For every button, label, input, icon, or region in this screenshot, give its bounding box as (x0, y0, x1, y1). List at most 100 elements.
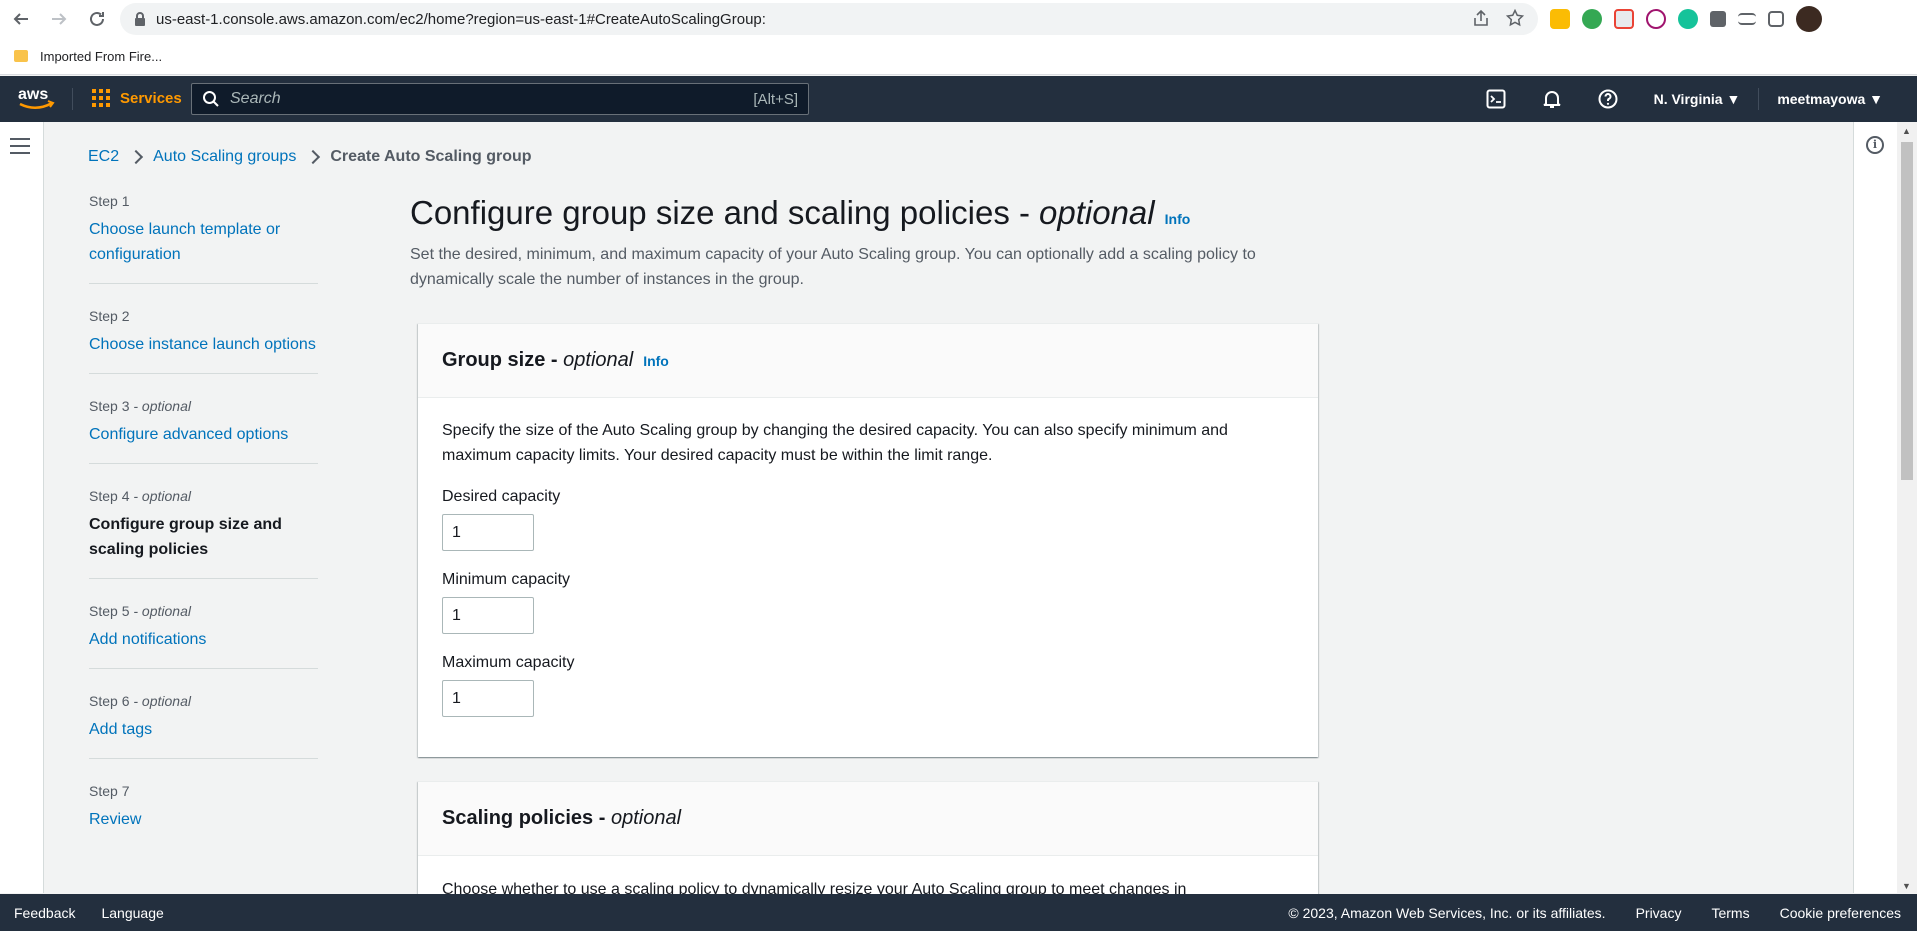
media-queue-icon[interactable] (1738, 13, 1756, 25)
help-icon[interactable] (1580, 89, 1636, 109)
browser-toolbar: us-east-1.console.aws.amazon.com/ec2/hom… (0, 0, 1917, 38)
page-title-text: Configure group size and scaling policie… (410, 194, 1031, 231)
step-link-review[interactable]: Review (89, 807, 318, 832)
desired-capacity-label: Desired capacity (442, 488, 561, 505)
extension-block-icon[interactable] (1646, 9, 1666, 29)
url-text: us-east-1.console.aws.amazon.com/ec2/hom… (156, 10, 766, 28)
wizard-step-7: Step 7 Review (89, 783, 318, 848)
page-title: Configure group size and scaling policie… (410, 194, 1190, 232)
notifications-bell-icon[interactable] (1524, 89, 1580, 109)
step-number: Step 4 - optional (89, 488, 191, 504)
wizard-step-5: Step 5 - optional Add notifications (89, 603, 318, 669)
step-link-instance-launch-options[interactable]: Choose instance launch options (89, 332, 318, 357)
step-number: Step 1 (89, 193, 130, 209)
scaling-policies-panel: Scaling policies - optional Choose wheth… (418, 781, 1318, 894)
left-nav-rail (0, 122, 44, 893)
page-title-optional: optional (1039, 194, 1155, 231)
breadcrumb-current: Create Auto Scaling group (330, 148, 532, 165)
copyright-text: © 2023, Amazon Web Services, Inc. or its… (1288, 904, 1606, 921)
step-number: Step 7 (89, 783, 130, 799)
breadcrumb: EC2 Auto Scaling groups Create Auto Scal… (88, 148, 532, 166)
console-footer: Feedback Language © 2023, Amazon Web Ser… (0, 894, 1917, 931)
minimum-capacity-field: Minimum capacity (442, 571, 1294, 634)
breadcrumb-auto-scaling-groups[interactable]: Auto Scaling groups (153, 148, 296, 166)
cloudshell-icon[interactable] (1468, 89, 1524, 109)
scroll-up-arrow-icon[interactable]: ▲ (1902, 126, 1911, 136)
wizard-step-2: Step 2 Choose instance launch options (89, 308, 318, 374)
step-number: Step 6 - optional (89, 693, 191, 709)
desired-capacity-input[interactable] (442, 514, 534, 551)
wizard-step-4: Step 4 - optional Configure group size a… (89, 488, 318, 579)
wizard-step-1: Step 1 Choose launch template or configu… (89, 193, 318, 284)
panel-header: Scaling policies - optional (418, 782, 1318, 856)
scroll-down-arrow-icon[interactable]: ▼ (1902, 881, 1911, 891)
group-size-description: Specify the size of the Auto Scaling gro… (442, 422, 1228, 464)
wizard-steps-nav: Step 1 Choose launch template or configu… (89, 193, 318, 872)
language-link[interactable]: Language (101, 905, 163, 921)
help-panel-info-icon[interactable]: i (1866, 136, 1884, 154)
minimum-capacity-label: Minimum capacity (442, 571, 571, 588)
maximum-capacity-input[interactable] (442, 680, 534, 717)
group-size-title: Group size - optional (442, 349, 634, 371)
step-current-group-size: Configure group size and scaling policie… (89, 516, 282, 558)
aws-logo-icon[interactable]: aws (16, 84, 56, 114)
search-shortcut: [Alt+S] (753, 90, 798, 108)
group-size-panel: Group size - optional Info Specify the s… (418, 323, 1318, 757)
panel-body: Choose whether to use a scaling policy t… (418, 856, 1318, 894)
breadcrumb-ec2[interactable]: EC2 (88, 148, 119, 166)
services-menu-button[interactable]: Services (92, 89, 182, 107)
share-icon[interactable] (1472, 9, 1490, 27)
step-number: Step 3 - optional (89, 398, 191, 414)
desired-capacity-field: Desired capacity (442, 488, 1294, 551)
scaling-policies-title: Scaling policies - optional (442, 807, 682, 829)
wizard-step-6: Step 6 - optional Add tags (89, 693, 318, 759)
panel-body: Specify the size of the Auto Scaling gro… (418, 398, 1318, 737)
scroll-thumb[interactable] (1901, 142, 1913, 480)
page-description: Set the desired, minimum, and maximum ca… (410, 246, 1256, 288)
page-info-link[interactable]: Info (1165, 211, 1191, 227)
page-scrollbar[interactable]: ▲ ▼ (1897, 122, 1917, 893)
extension-grammarly-icon[interactable] (1678, 9, 1698, 29)
search-input[interactable]: Search [Alt+S] (191, 83, 809, 115)
bookmark-star-icon[interactable] (1506, 9, 1524, 27)
step-number: Step 2 (89, 308, 130, 324)
step-link-tags[interactable]: Add tags (89, 717, 318, 742)
search-placeholder: Search (230, 90, 281, 107)
extension-cast-icon[interactable] (1614, 9, 1634, 29)
back-arrow-icon[interactable] (6, 4, 36, 34)
step-number: Step 5 - optional (89, 603, 191, 619)
step-link-notifications[interactable]: Add notifications (89, 627, 318, 652)
svg-text:aws: aws (18, 86, 48, 103)
region-selector[interactable]: N. Virginia ▼ (1636, 91, 1759, 107)
reload-icon[interactable] (82, 4, 112, 34)
address-bar[interactable]: us-east-1.console.aws.amazon.com/ec2/hom… (120, 3, 1538, 35)
bookmarks-bar: Imported From Fire... (0, 38, 1917, 75)
maximum-capacity-field: Maximum capacity (442, 654, 1294, 717)
panel-header: Group size - optional Info (418, 324, 1318, 398)
folder-icon (14, 50, 28, 62)
minimum-capacity-input[interactable] (442, 597, 534, 634)
extensions-puzzle-icon[interactable] (1710, 11, 1726, 27)
account-menu[interactable]: meetmayowa ▼ (1759, 91, 1901, 107)
profile-avatar-icon[interactable] (1796, 6, 1822, 32)
privacy-link[interactable]: Privacy (1636, 905, 1682, 921)
step-link-launch-template[interactable]: Choose launch template or configuration (89, 217, 318, 267)
feedback-link[interactable]: Feedback (14, 905, 75, 921)
scaling-policies-description: Choose whether to use a scaling policy t… (442, 881, 1187, 894)
bookmark-folder-label[interactable]: Imported From Fire... (40, 49, 162, 64)
extension-keep-icon[interactable] (1550, 9, 1570, 29)
wizard-step-3: Step 3 - optional Configure advanced opt… (89, 398, 318, 464)
terms-link[interactable]: Terms (1711, 905, 1749, 921)
cookie-preferences-link[interactable]: Cookie preferences (1780, 905, 1901, 921)
right-help-rail: i (1853, 122, 1897, 893)
chevron-right-icon (306, 149, 321, 165)
forward-arrow-icon[interactable] (44, 4, 74, 34)
chevron-right-icon (129, 149, 144, 165)
aws-top-nav: aws Services Search [Alt+S] N. Virginia … (0, 76, 1917, 122)
services-grid-icon (92, 89, 110, 107)
menu-hamburger-icon[interactable] (10, 138, 30, 159)
group-size-info-link[interactable]: Info (643, 353, 669, 369)
side-panel-icon[interactable] (1768, 11, 1784, 27)
step-link-advanced-options[interactable]: Configure advanced options (89, 422, 318, 447)
extension-globe-icon[interactable] (1582, 9, 1602, 29)
